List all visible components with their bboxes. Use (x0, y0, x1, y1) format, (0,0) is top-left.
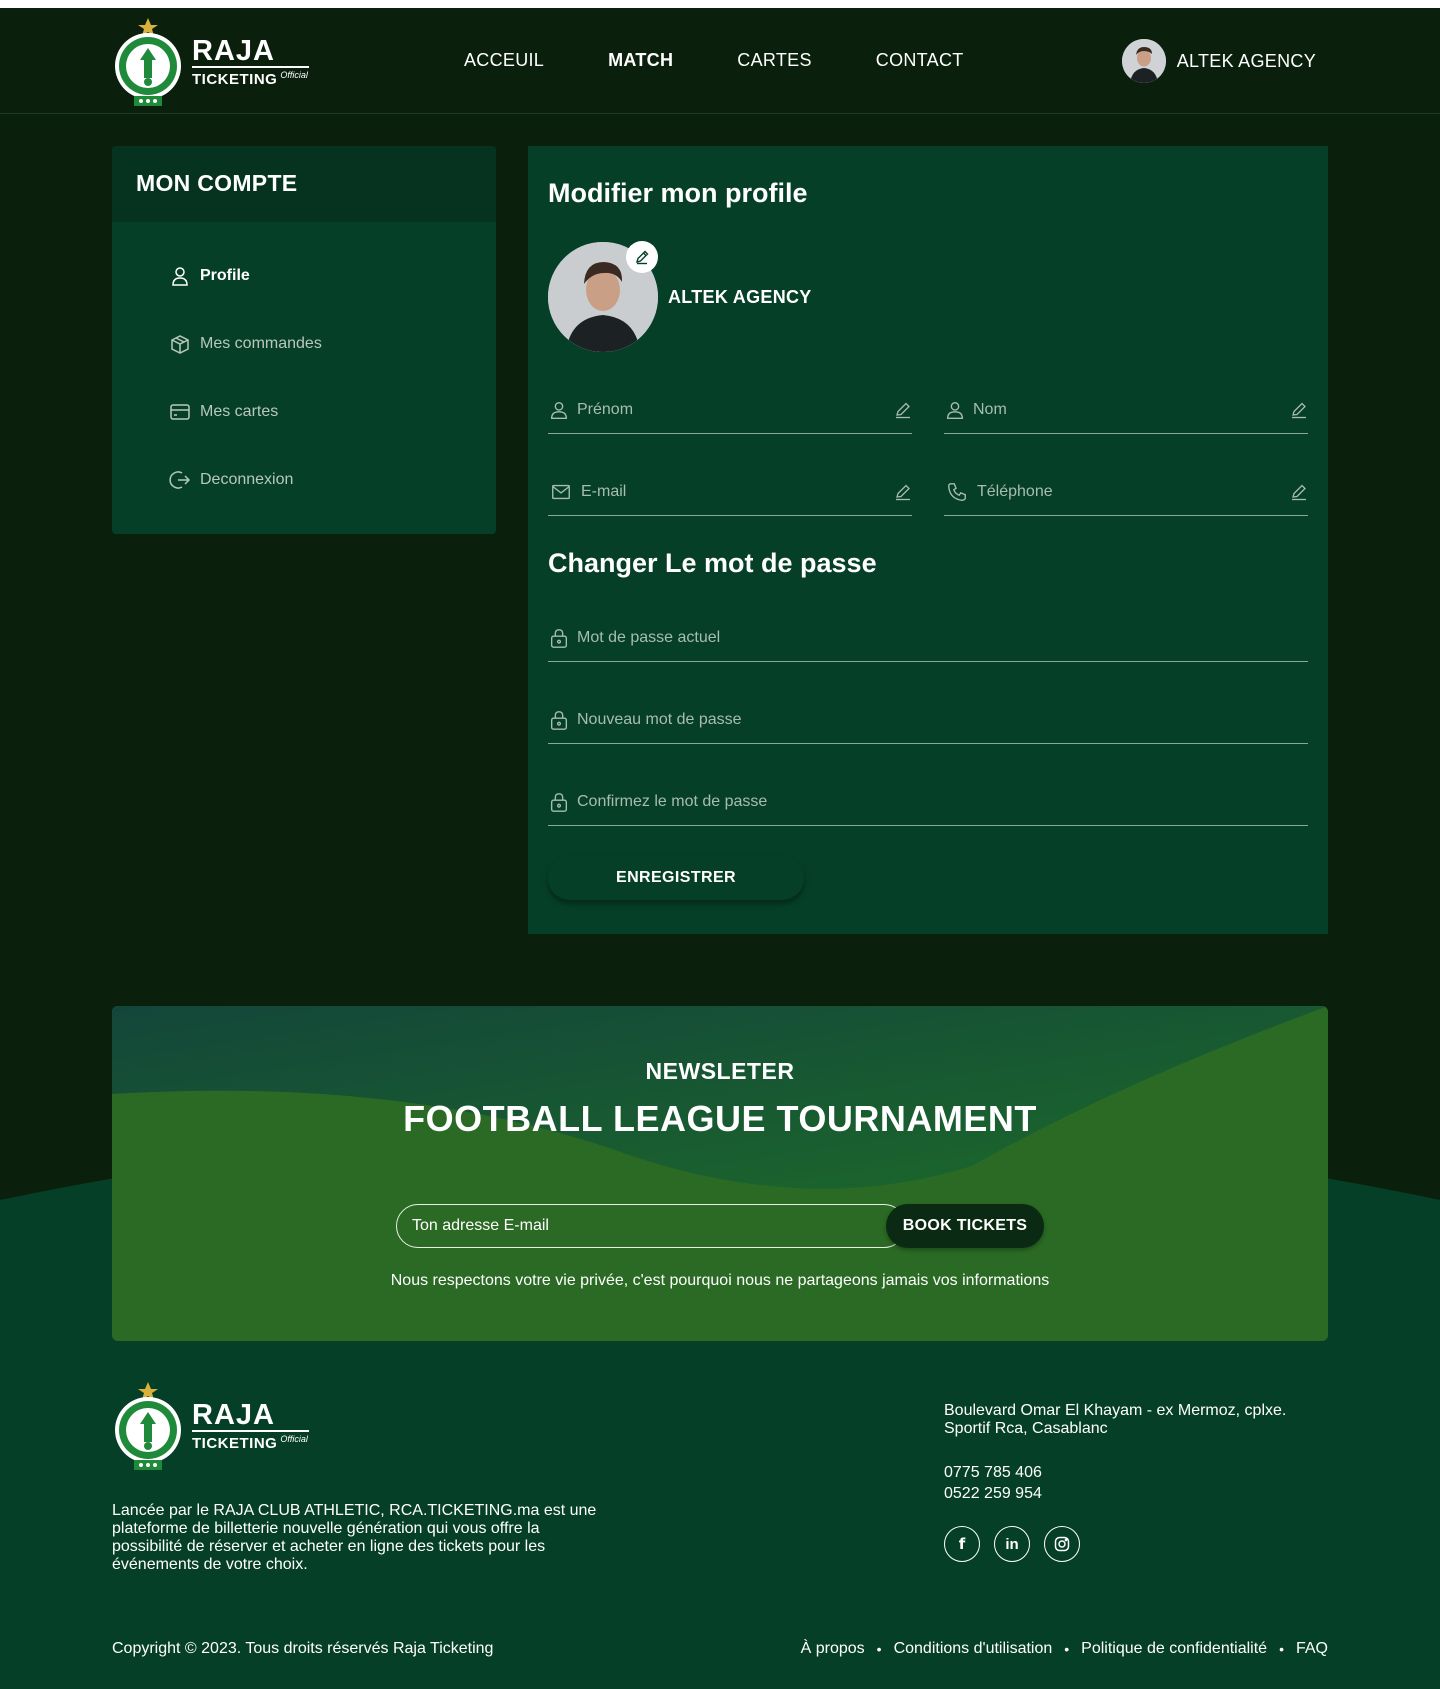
current-password-placeholder: Mot de passe actuel (577, 628, 721, 646)
footer-address: Boulevard Omar El Khayam - ex Mermoz, cp… (944, 1402, 1287, 1437)
card-icon (170, 404, 190, 420)
linkedin-icon[interactable]: in (994, 1526, 1030, 1562)
nav-contact[interactable]: CONTACT (876, 50, 964, 71)
newsletter-email-input[interactable]: Ton adresse E-mail (396, 1204, 906, 1248)
book-tickets-button[interactable]: BOOK TICKETS (886, 1204, 1044, 1248)
user-menu[interactable]: ALTEK AGENCY (1121, 39, 1316, 83)
pencil-icon (635, 250, 649, 265)
newsletter-title: FOOTBALL LEAGUE TOURNAMENT (403, 1098, 1037, 1139)
sidebar-title: MON COMPTE (136, 170, 298, 196)
avatar (1121, 39, 1166, 83)
newsletter-eyebrow: NEWSLETER (645, 1058, 795, 1084)
footer-phones: 0775 785 406 0522 259 954 (944, 1462, 1042, 1504)
site-header: RAJA TICKETING Official ACCEUIL MATCH CA… (0, 8, 1440, 114)
email-field[interactable]: E-mail (548, 468, 912, 516)
brand-sub: TICKETING (192, 71, 278, 88)
nom-placeholder: Nom (973, 400, 1007, 418)
separator-dot: • (1279, 1641, 1284, 1657)
social-links: f in (944, 1526, 1094, 1562)
pencil-icon[interactable] (894, 483, 912, 501)
sidebar-item-label: Profile (200, 267, 250, 284)
phone-2: 0522 259 954 (944, 1485, 1042, 1502)
newsletter-background (112, 1006, 1328, 1341)
lock-icon (550, 792, 568, 812)
confirm-password-field[interactable]: Confirmez le mot de passe (548, 778, 1308, 826)
account-sidebar: MON COMPTE Profile Mes commandes Mes car… (112, 146, 496, 534)
new-password-field[interactable]: Nouveau mot de passe (548, 696, 1308, 744)
facebook-icon[interactable]: f (944, 1526, 980, 1562)
user-icon (172, 267, 188, 286)
footer-link-conditions[interactable]: Conditions d'utilisation (894, 1640, 1053, 1658)
sidebar-item-commandes[interactable]: Mes commandes (168, 332, 322, 356)
user-icon (550, 401, 568, 419)
box-icon (171, 335, 189, 354)
sidebar-item-label: Mes cartes (200, 403, 279, 420)
phone-1: 0775 785 406 (944, 1464, 1042, 1481)
sidebar-item-profile[interactable]: Profile (168, 264, 250, 288)
save-button[interactable]: ENREGISTRER (548, 856, 804, 900)
sidebar-item-cartes[interactable]: Mes cartes (168, 400, 278, 424)
newsletter-banner: NEWSLETER FOOTBALL LEAGUE TOURNAMENT Ton… (112, 1006, 1328, 1341)
crest-icon (115, 18, 181, 106)
main-nav: ACCEUIL MATCH CARTES CONTACT (464, 50, 1028, 71)
footer-link-faq[interactable]: FAQ (1296, 1640, 1328, 1658)
phone-icon (948, 482, 966, 501)
nav-cartes[interactable]: CARTES (737, 50, 812, 71)
privacy-note: Nous respectons votre vie privée, c'est … (390, 1272, 1050, 1289)
lock-icon (550, 628, 568, 648)
edit-avatar-button[interactable] (626, 241, 658, 273)
separator-dot: • (1064, 1641, 1070, 1657)
copyright: Copyright © 2023. Tous droits réservés R… (112, 1640, 494, 1657)
lock-icon (550, 710, 568, 730)
nav-acceuil[interactable]: ACCEUIL (464, 50, 544, 71)
nom-field[interactable]: Nom (944, 386, 1308, 434)
sidebar-item-label: Mes commandes (200, 335, 322, 352)
crest-icon (115, 1382, 181, 1470)
footer-link-apropos[interactable]: À propos (801, 1640, 865, 1658)
pencil-icon[interactable] (1290, 483, 1308, 501)
top-strip (0, 0, 1440, 8)
sidebar-item-deconnexion[interactable]: Deconnexion (168, 468, 293, 492)
brand-sub: TICKETING (192, 1435, 278, 1452)
mail-icon (552, 484, 570, 499)
footer-link-politique[interactable]: Politique de confidentialité (1081, 1640, 1267, 1658)
instagram-icon[interactable] (1044, 1526, 1080, 1562)
footer-logo[interactable]: RAJA TICKETING Official (112, 1380, 309, 1472)
profile-title: Modifier mon profile (548, 178, 808, 208)
nav-match[interactable]: MATCH (608, 50, 673, 71)
new-password-placeholder: Nouveau mot de passe (577, 710, 742, 728)
pencil-icon[interactable] (1290, 401, 1308, 419)
brand-logo[interactable]: RAJA TICKETING Official (112, 16, 309, 108)
user-icon (946, 401, 964, 419)
separator-dot: • (876, 1641, 882, 1657)
email-placeholder: E-mail (581, 482, 627, 500)
user-name: ALTEK AGENCY (1176, 50, 1316, 71)
brand-tag: Official (280, 1434, 308, 1444)
footer-links: À propos • Conditions d'utilisation • Po… (801, 1640, 1328, 1658)
brand-tag: Official (280, 70, 308, 80)
current-password-field[interactable]: Mot de passe actuel (548, 614, 1308, 662)
telephone-placeholder: Téléphone (977, 482, 1053, 500)
prenom-placeholder: Prénom (577, 400, 634, 418)
footer-about: Lancée par le RAJA CLUB ATHLETIC, RCA.TI… (112, 1502, 597, 1573)
sidebar-item-label: Deconnexion (200, 471, 294, 488)
pencil-icon[interactable] (894, 401, 912, 419)
logout-icon (169, 471, 191, 489)
brand-name: RAJA (192, 35, 275, 67)
profile-name: ALTEK AGENCY (668, 287, 812, 307)
password-title: Changer Le mot de passe (548, 548, 877, 578)
profile-panel: Modifier mon profile ALTEK AGENCY Prénom… (528, 146, 1328, 934)
brand-name: RAJA (192, 1399, 275, 1431)
telephone-field[interactable]: Téléphone (944, 468, 1308, 516)
prenom-field[interactable]: Prénom (548, 386, 912, 434)
confirm-password-placeholder: Confirmez le mot de passe (577, 792, 768, 810)
